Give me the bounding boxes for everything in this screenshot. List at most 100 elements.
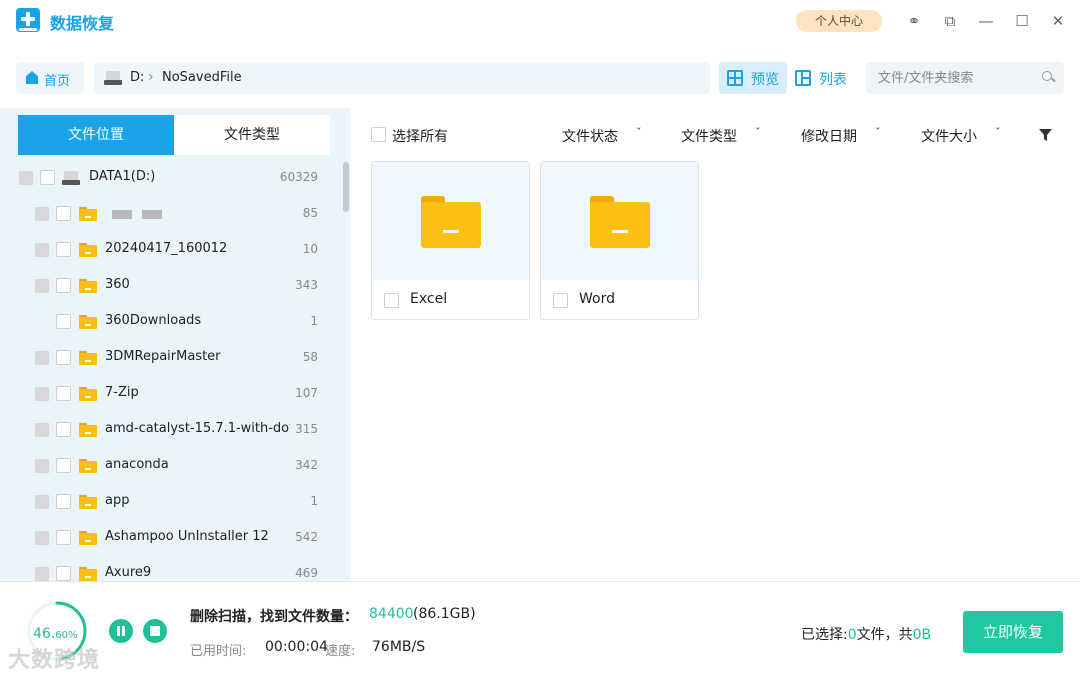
tree-row-name: 360Downloads (105, 313, 202, 328)
folder-icon (79, 387, 97, 401)
file-type-label: 文件类型 (681, 129, 737, 145)
expand-toggle[interactable] (35, 351, 49, 365)
folder-tree-panel: 文件位置 文件类型 DATA1(D:) 60329 85 20240417_16… (0, 108, 350, 581)
folder-card-word[interactable]: Word (540, 161, 699, 320)
tree-root-row[interactable]: DATA1(D:) 60329 (0, 160, 340, 196)
selected-mid: 文件，共 (856, 627, 913, 643)
speed-value: 76MB/S (372, 639, 426, 655)
tree-row[interactable]: app 1 (0, 484, 340, 520)
drive-icon (104, 71, 122, 85)
selected-file-count: 0 (847, 627, 857, 643)
select-all-label[interactable]: 选择所有 (392, 126, 448, 146)
folder-icon (79, 279, 97, 293)
progress-percent-main: 46. (33, 626, 56, 642)
checkbox[interactable] (40, 170, 55, 185)
pause-button[interactable] (109, 619, 133, 643)
tree-row[interactable]: 20240417_160012 10 (0, 232, 340, 268)
minimize-icon[interactable]: — (977, 12, 995, 30)
tree-row-count: 1 (310, 314, 318, 328)
feedback-icon[interactable]: ⧉ (941, 12, 959, 30)
expand-toggle[interactable] (35, 459, 49, 473)
tree-row[interactable]: 7-Zip 107 (0, 376, 340, 412)
checkbox[interactable] (56, 314, 71, 329)
checkbox[interactable] (56, 242, 71, 257)
home-label: 首页 (44, 74, 71, 89)
tree-row[interactable]: amd-catalyst-15.7.1-with-dotnet 315 (0, 412, 340, 448)
maximize-icon[interactable]: ☐ (1013, 12, 1031, 30)
expand-toggle[interactable] (35, 243, 49, 257)
tree-row-name: Axure9 (105, 565, 152, 580)
expand-toggle[interactable] (19, 171, 33, 185)
checkbox[interactable] (56, 206, 71, 221)
scrollbar-thumb[interactable] (343, 162, 349, 212)
select-all-checkbox[interactable] (371, 127, 386, 142)
tree-row-count: 85 (302, 206, 318, 220)
tree-row[interactable]: 360Downloads 1 (0, 304, 340, 340)
watermark: 大数跨境 (8, 648, 101, 673)
folder-card-excel[interactable]: Excel (371, 161, 530, 320)
card-checkbox[interactable] (384, 293, 399, 308)
expand-toggle[interactable] (35, 531, 49, 545)
stop-button[interactable] (143, 619, 167, 643)
tree-row-count: 1 (310, 494, 318, 508)
checkbox[interactable] (56, 278, 71, 293)
expand-toggle[interactable] (35, 207, 49, 221)
file-type-filter[interactable]: 文件类型 ˇ (681, 126, 761, 146)
tab-file-type[interactable]: 文件类型 (174, 115, 330, 155)
app-title: 数据恢复 (50, 14, 115, 33)
preview-view-button[interactable]: 预览 (719, 62, 787, 94)
checkbox[interactable] (56, 422, 71, 437)
tree-row[interactable]: 3DMRepairMaster 58 (0, 340, 340, 376)
headset-icon[interactable]: ⚭ (905, 12, 923, 30)
file-status-filter[interactable]: 文件状态 ˇ (562, 126, 642, 146)
folder-icon (79, 351, 97, 365)
recover-now-button[interactable]: 立即恢复 (963, 611, 1063, 653)
card-checkbox[interactable] (553, 293, 568, 308)
chevron-down-icon: ˇ (636, 126, 642, 139)
checkbox[interactable] (56, 458, 71, 473)
checkbox[interactable] (56, 566, 71, 581)
checkbox[interactable] (56, 530, 71, 545)
preview-view-label: 预览 (751, 72, 779, 88)
chevron-down-icon: ˇ (995, 126, 1001, 139)
scan-file-count: 84400 (369, 606, 414, 622)
filter-icon[interactable] (1039, 129, 1052, 141)
checkbox[interactable] (56, 494, 71, 509)
search-input[interactable] (866, 62, 1038, 94)
folder-icon (79, 459, 97, 473)
folder-icon (79, 243, 97, 257)
expand-toggle[interactable] (35, 495, 49, 509)
redacted-name (142, 210, 162, 219)
tree-row[interactable]: Ashampoo UnInstaller 12 542 (0, 520, 340, 556)
file-status-label: 文件状态 (562, 129, 618, 145)
progress-percent: 46.60% (33, 626, 78, 642)
modified-date-filter[interactable]: 修改日期 ˇ (801, 126, 881, 146)
expand-toggle[interactable] (35, 423, 49, 437)
scan-status-title: 删除扫描，找到文件数量： (190, 609, 358, 625)
breadcrumb[interactable]: D: › NoSavedFile (94, 62, 710, 94)
elapsed-value: 00:00:04 (265, 639, 328, 655)
close-icon[interactable]: ✕ (1049, 12, 1067, 30)
file-size-filter[interactable]: 文件大小 ˇ (921, 126, 1001, 146)
tab-file-location[interactable]: 文件位置 (18, 115, 174, 155)
breadcrumb-drive[interactable]: D: (130, 70, 144, 85)
home-button[interactable]: 首页 (16, 62, 84, 94)
search-icon[interactable] (1042, 71, 1056, 85)
search-box (866, 62, 1064, 94)
checkbox[interactable] (56, 386, 71, 401)
list-view-button[interactable]: 列表 (787, 62, 855, 94)
checkbox[interactable] (56, 350, 71, 365)
tree-row-count: 315 (295, 422, 318, 436)
tree-row[interactable]: 360 343 (0, 268, 340, 304)
tree-row-count: 107 (295, 386, 318, 400)
tree-row[interactable]: 85 (0, 196, 340, 232)
expand-toggle[interactable] (35, 567, 49, 581)
expand-toggle[interactable] (35, 279, 49, 293)
breadcrumb-folder[interactable]: NoSavedFile (162, 70, 242, 85)
tree-row-count: 10 (302, 242, 318, 256)
expand-toggle[interactable] (35, 387, 49, 401)
tree-row[interactable]: Axure9 469 (0, 556, 340, 581)
user-center-button[interactable]: 个人中心 (796, 10, 882, 32)
tree-row[interactable]: anaconda 342 (0, 448, 340, 484)
folder-icon (79, 207, 97, 221)
